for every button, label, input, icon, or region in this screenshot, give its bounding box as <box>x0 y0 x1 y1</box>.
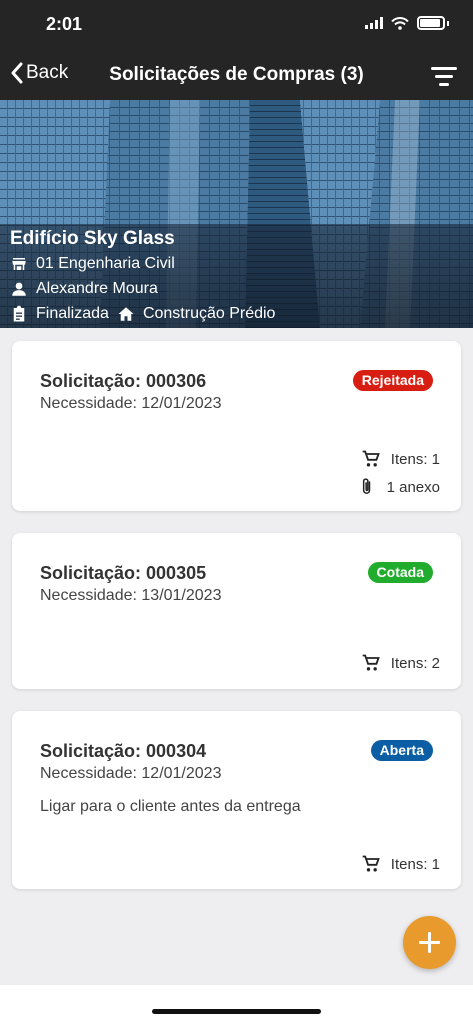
request-title: Solicitação: 000305 <box>40 563 207 583</box>
paperclip-icon <box>362 478 370 494</box>
cart-icon <box>362 855 380 872</box>
battery-icon <box>417 16 445 30</box>
request-card[interactable]: Solicitação: 000306 Necessidade: 12/01/2… <box>12 341 461 511</box>
request-need-date: Necessidade: 12/01/2023 <box>40 765 222 782</box>
request-card[interactable]: Solicitação: 000305 Necessidade: 13/01/2… <box>12 533 461 689</box>
person-icon <box>12 282 26 296</box>
bottom-safe-area <box>0 985 473 1024</box>
wifi-icon <box>391 16 409 30</box>
request-title: Solicitação: 000306 <box>40 371 207 391</box>
request-note: Ligar para o cliente antes da entrega <box>40 798 301 815</box>
cart-icon <box>362 450 380 467</box>
project-header-image: Edifício Sky Glass 01 Engenharia Civil A… <box>0 100 473 328</box>
status-badge: Rejeitada <box>352 370 433 391</box>
request-title: Solicitação: 000304 <box>40 741 207 761</box>
cart-icon <box>362 654 380 671</box>
project-name: Edifício Sky Glass <box>10 228 175 249</box>
home-indicator[interactable] <box>152 1009 321 1014</box>
home-icon <box>118 307 134 321</box>
status-time: 2:01 <box>46 14 83 34</box>
filter-button[interactable] <box>431 66 457 86</box>
request-card[interactable]: Solicitação: 000304 Necessidade: 12/01/2… <box>12 711 461 889</box>
add-request-button[interactable] <box>403 916 456 969</box>
project-responsible: Alexandre Moura <box>10 280 158 298</box>
filter-icon <box>431 67 457 70</box>
status-icons <box>365 16 449 30</box>
project-status: Finalizada Construção Prédio <box>10 305 275 323</box>
status-badge: Cotada <box>367 562 433 583</box>
items-count: Itens: 1 <box>361 449 440 469</box>
clipboard-icon <box>13 305 25 322</box>
store-icon <box>12 258 26 270</box>
request-need-date: Necessidade: 13/01/2023 <box>40 587 222 604</box>
items-count: Itens: 1 <box>361 854 440 874</box>
items-count: Itens: 2 <box>361 653 440 673</box>
status-badge: Aberta <box>370 740 433 761</box>
page-title: Solicitações de Compras (3) <box>109 64 364 85</box>
signal-icon <box>365 17 383 29</box>
request-need-date: Necessidade: 12/01/2023 <box>40 395 222 412</box>
attachments-count: 1 anexo <box>357 477 440 497</box>
project-department: 01 Engenharia Civil <box>10 255 175 273</box>
top-bar: 2:01 Back Solicitações de Compras (3) <box>0 0 473 100</box>
